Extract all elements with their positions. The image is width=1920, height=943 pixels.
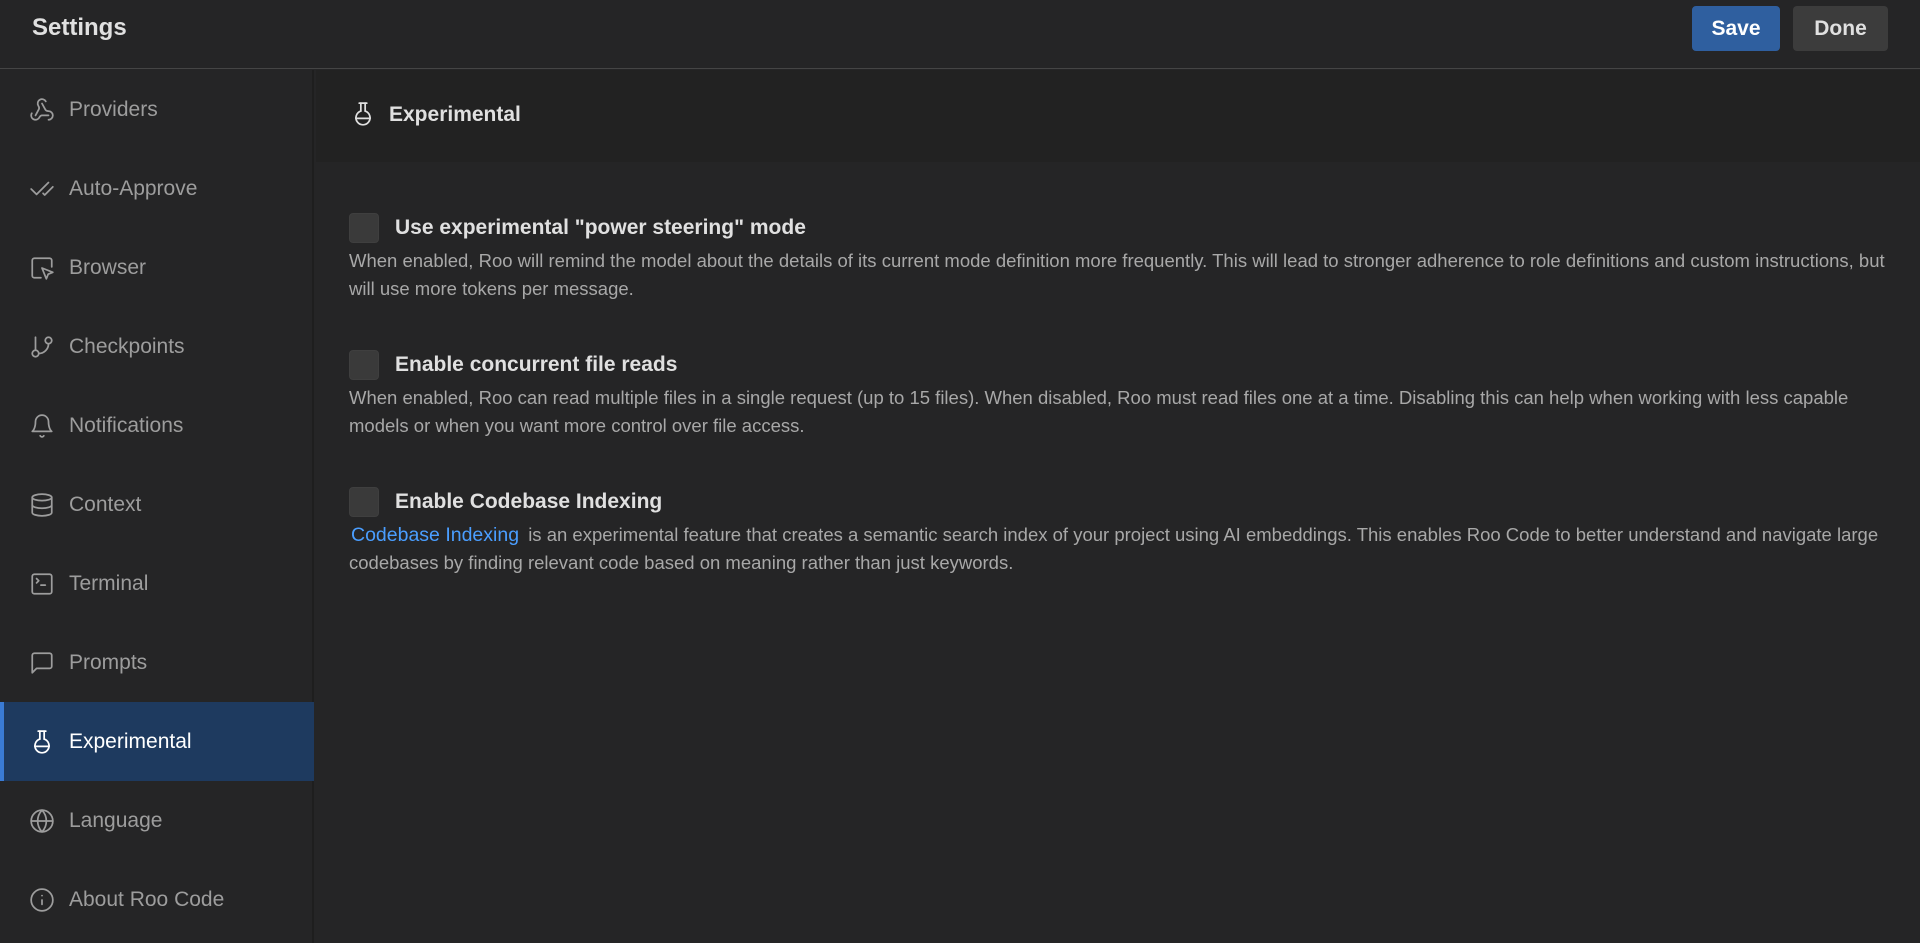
setting-description: When enabled, Roo will remind the model … [349, 250, 1885, 299]
sidebar-item-providers[interactable]: Providers [0, 70, 314, 149]
setting-concurrent-file-reads: Enable concurrent file reads When enable… [349, 350, 1909, 440]
page-title: Settings [32, 14, 127, 41]
sidebar-item-label: Notifications [69, 413, 184, 437]
flask-icon [28, 728, 56, 756]
section-title: Experimental [389, 103, 521, 126]
section-header: Experimental [316, 70, 1920, 162]
git-branch-icon [28, 333, 56, 361]
webhook-icon [28, 96, 56, 124]
sidebar-item-label: Prompts [69, 650, 148, 674]
setting-title: Use experimental "power steering" mode [395, 216, 806, 239]
concurrent-file-reads-checkbox[interactable] [349, 350, 379, 380]
sidebar-item-context[interactable]: Context [0, 465, 314, 544]
terminal-icon [28, 570, 56, 598]
sidebar-item-auto-approve[interactable]: Auto-Approve [0, 149, 314, 228]
setting-description-text: is an experimental feature that creates … [349, 524, 1879, 573]
sidebar-item-experimental[interactable]: Experimental [0, 702, 314, 781]
bell-icon [28, 412, 56, 440]
sidebar-item-about[interactable]: About Roo Code [0, 860, 314, 939]
message-square-icon [28, 649, 56, 677]
setting-power-steering: Use experimental "power steering" mode W… [349, 213, 1909, 303]
sidebar-item-notifications[interactable]: Notifications [0, 386, 314, 465]
info-icon [28, 886, 56, 914]
database-icon [28, 491, 56, 519]
done-button[interactable]: Done [1793, 6, 1888, 51]
sidebar-item-prompts[interactable]: Prompts [0, 623, 314, 702]
sidebar-item-label: About Roo Code [69, 887, 225, 911]
save-button[interactable]: Save [1692, 6, 1780, 51]
settings-sidebar: Providers Auto-Approve Browser Checkpoin… [0, 70, 314, 943]
setting-title: Enable Codebase Indexing [395, 490, 663, 513]
power-steering-checkbox[interactable] [349, 213, 379, 243]
sidebar-item-label: Providers [69, 97, 158, 121]
settings-header: Settings Save Done [0, 0, 1920, 69]
sidebar-item-checkpoints[interactable]: Checkpoints [0, 307, 314, 386]
sidebar-item-label: Terminal [69, 571, 149, 595]
sidebar-item-label: Checkpoints [69, 334, 185, 358]
setting-description: Codebase Indexing is an experimental fea… [349, 521, 1909, 577]
sidebar-item-language[interactable]: Language [0, 781, 314, 860]
setting-title: Enable concurrent file reads [395, 353, 678, 376]
sidebar-item-label: Browser [69, 255, 147, 279]
sidebar-item-terminal[interactable]: Terminal [0, 544, 314, 623]
setting-codebase-indexing: Enable Codebase Indexing Codebase Indexi… [349, 487, 1909, 577]
setting-description: When enabled, Roo can read multiple file… [349, 387, 1849, 436]
check-check-icon [28, 175, 56, 203]
codebase-indexing-checkbox[interactable] [349, 487, 379, 517]
square-mouse-pointer-icon [28, 254, 56, 282]
globe-icon [28, 807, 56, 835]
sidebar-item-label: Experimental [69, 729, 192, 753]
sidebar-item-label: Context [69, 492, 142, 516]
flask-icon [350, 100, 378, 132]
sidebar-item-label: Auto-Approve [69, 176, 198, 200]
sidebar-item-browser[interactable]: Browser [0, 228, 314, 307]
sidebar-item-label: Language [69, 808, 163, 832]
codebase-indexing-link[interactable]: Codebase Indexing [351, 524, 519, 546]
settings-content: Use experimental "power steering" mode W… [316, 162, 1920, 943]
